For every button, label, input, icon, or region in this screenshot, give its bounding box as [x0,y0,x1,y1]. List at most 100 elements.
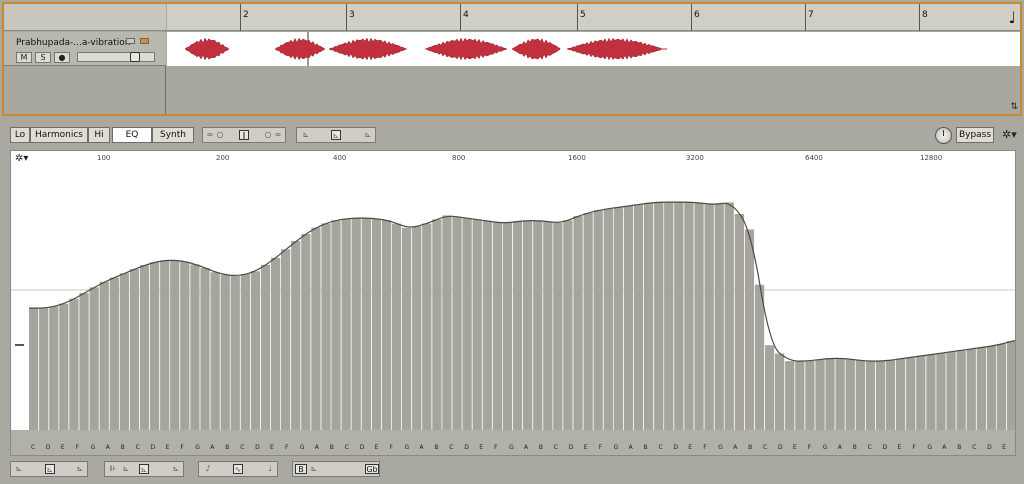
eq-band-bar[interactable] [885,360,896,430]
eq-band-bar[interactable] [331,220,341,430]
eq-band-bar[interactable] [674,202,684,430]
timeline[interactable]: 2 3 4 5 6 7 8 ♩ ⇅ [167,4,1020,175]
eq-band-bar[interactable] [654,202,664,430]
eq-band-bar[interactable] [180,261,190,430]
eq-band-bar[interactable] [533,220,543,430]
audio-region[interactable] [167,32,1020,66]
eq-band-bar[interactable] [301,234,311,430]
eq-curve-graph[interactable] [11,151,1016,431]
eq-band-bar[interactable] [543,221,553,431]
eq-spectrum-display[interactable]: ✲▾ 100 200 400 800 1600 3200 6400 12800 … [10,150,1016,456]
eq-band-bar[interactable] [714,203,724,430]
eq-band-bar[interactable] [946,351,956,430]
ramp-icon[interactable]: ⊾ [121,464,131,474]
eq-band-bar[interactable] [129,269,140,430]
eq-band-bar[interactable] [462,218,472,430]
eq-band-bar[interactable] [754,284,765,430]
harm-cut-icon[interactable]: ⊾ [171,464,181,474]
key-shape-icon[interactable]: ⊾ [309,464,319,474]
resize-handle-icon[interactable]: ⇅ [1010,102,1018,112]
settings-gear-icon[interactable]: ✲▾ [1002,128,1017,141]
low-shelf-icon[interactable]: ⊾ [301,130,311,140]
eq-band-bar[interactable] [724,202,734,430]
lo-button[interactable]: Lo [10,127,30,143]
eq-band-bar[interactable] [412,226,422,430]
circle-icon[interactable]: ○ [263,130,273,140]
eq-band-bar[interactable] [744,229,755,431]
eq-band-bar[interactable] [432,219,442,430]
eq-band-bar[interactable] [271,257,281,431]
eq-band-bar[interactable] [371,218,382,430]
track-instrument-icon[interactable] [140,38,149,44]
volume-fader[interactable] [77,52,155,62]
eq-band-bar[interactable] [150,262,160,430]
eq-band-bar[interactable] [381,220,392,430]
link-icon[interactable]: ∞ [205,130,215,140]
eq-band-bar[interactable] [59,303,69,430]
eq-band-bar[interactable] [986,346,997,430]
lo-cut-icon[interactable]: ⊾ [75,464,85,474]
eq-band-bar[interactable] [281,249,291,430]
eq-band-bar[interactable] [190,264,200,430]
eq-band-bar[interactable] [896,358,906,430]
eq-band-bar[interactable] [109,277,119,431]
high-shelf-icon[interactable]: ⊾ [363,130,373,140]
eq-band-bar[interactable] [684,202,694,430]
glide-icon[interactable]: ∿ [233,464,243,474]
output-knob[interactable] [935,127,952,144]
eq-band-bar[interactable] [442,215,452,430]
eq-band-bar[interactable] [321,223,331,430]
bypass-button[interactable]: Bypass [956,127,994,143]
eq-band-bar[interactable] [200,268,210,430]
track-header[interactable]: Prabhupada-...a-vibration M S ● [4,32,166,66]
eq-band-bar[interactable] [502,222,513,430]
eq-band-bar[interactable] [694,202,704,430]
eq-band-bar[interactable] [593,210,603,430]
eq-band-bar[interactable] [210,272,220,430]
track-lane[interactable] [167,32,1020,66]
eq-tab[interactable]: EQ [112,127,152,143]
lo-shelf-icon[interactable]: ⊾ [14,464,24,474]
eq-band-bar[interactable] [472,219,482,430]
eq-band-bar[interactable] [734,214,744,430]
track-color-chip-icon[interactable] [126,38,135,44]
eq-band-bar[interactable] [79,293,89,430]
mute-button[interactable]: M [16,52,32,63]
treble-clef-icon[interactable]: ♩ [265,464,275,474]
eq-band-bar[interactable] [220,274,230,430]
eq-band-bar[interactable] [422,223,432,431]
eq-band-bar[interactable] [240,274,250,430]
eq-band-bar[interactable] [29,308,39,430]
harmonics-button[interactable]: Harmonics [30,127,88,143]
eq-band-bar[interactable] [139,265,150,430]
empty-lane-area[interactable]: ⇅ [167,66,1020,175]
eq-band-bar[interactable] [815,359,825,430]
eq-band-bar[interactable] [966,348,976,430]
track-name[interactable]: Prabhupada-...a-vibration [16,38,130,48]
eq-band-bar[interactable] [785,361,795,430]
eq-band-bar[interactable] [99,281,109,430]
eq-band-bar[interactable] [996,344,1007,430]
loop-icon[interactable]: ○ [215,130,225,140]
eq-band-bar[interactable] [583,213,593,430]
chain-icon[interactable]: ∞ [273,130,283,140]
eq-band-bar[interactable] [291,241,301,430]
comb-icon[interactable]: ⊪ [108,464,118,474]
eq-band-bar[interactable] [492,222,503,430]
eq-band-bar[interactable] [523,220,533,430]
eq-band-bar[interactable] [119,273,129,430]
volume-fader-handle[interactable] [130,52,140,62]
eq-band-bar[interactable] [351,218,361,430]
hi-button[interactable]: Hi [88,127,110,143]
eq-band-bar[interactable] [341,218,351,430]
record-button[interactable]: ● [54,52,70,63]
eq-band-bar[interactable] [865,361,876,430]
solo-button[interactable]: S [35,52,51,63]
pause-icon[interactable]: ‖ [239,130,249,140]
eq-band-bar[interactable] [926,354,936,431]
bell-shape-icon[interactable]: ⊾ [331,130,341,140]
eq-band-bar[interactable] [230,276,240,430]
eq-band-bar[interactable] [260,264,271,430]
eq-band-bar[interactable] [603,208,613,430]
eq-band-bar[interactable] [644,203,654,430]
